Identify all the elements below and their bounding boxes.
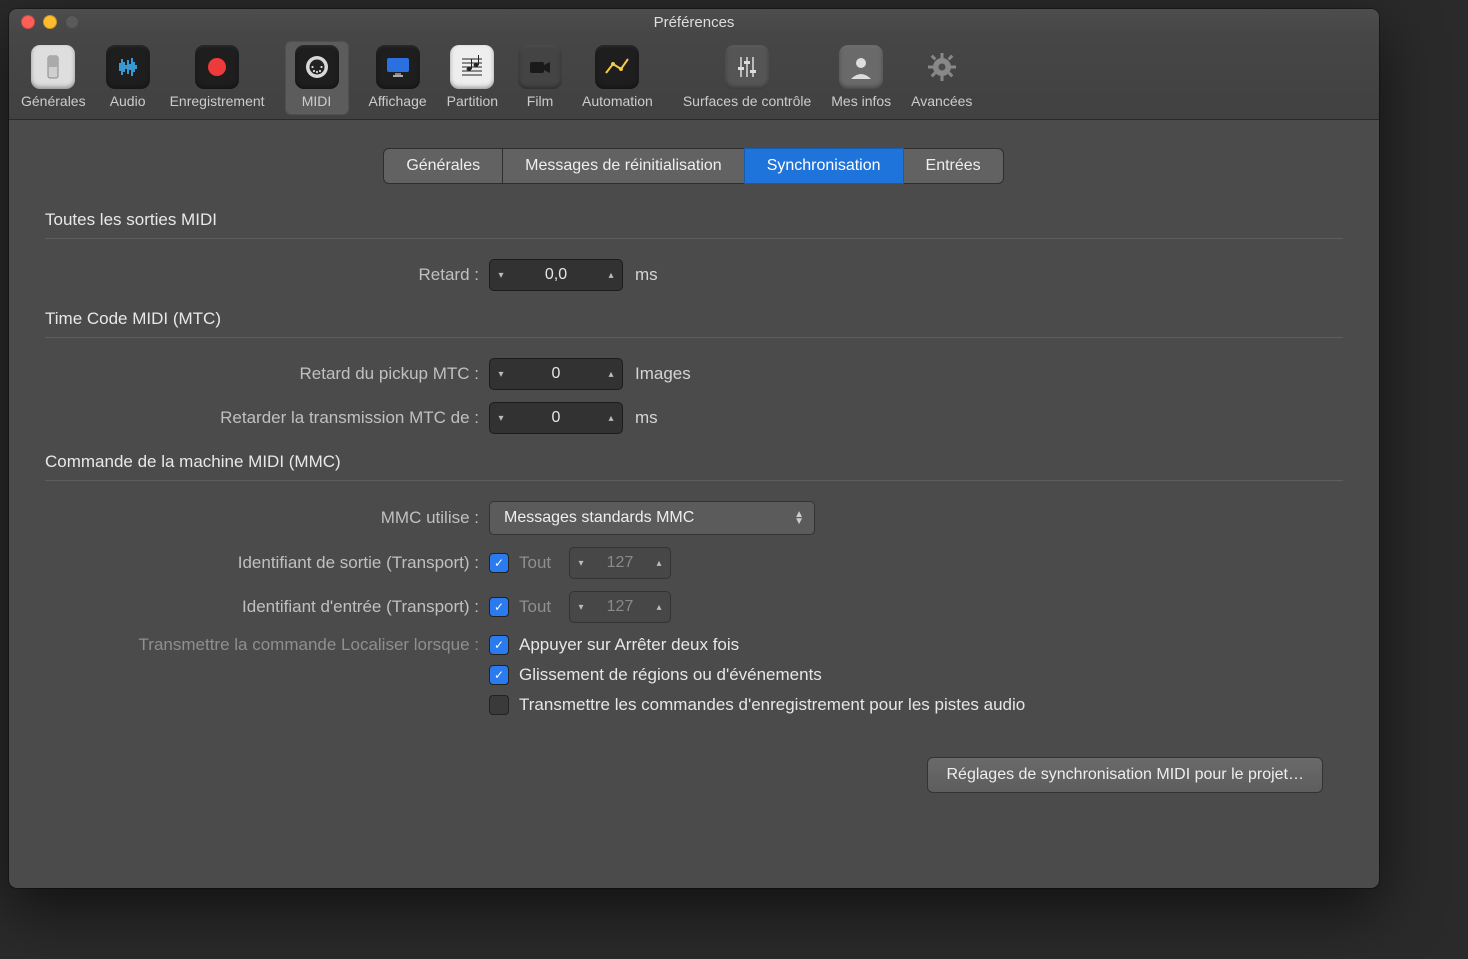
chevron-up-icon[interactable]: ▴ — [600, 403, 622, 433]
toolbar-label: Mes infos — [831, 93, 891, 109]
mmc-out-id-label: Identifiant de sortie (Transport) : — [29, 553, 489, 573]
mmc-in-id-all-label: Tout — [519, 597, 569, 617]
delay-unit: ms — [635, 265, 658, 285]
section-mmc-title: Commande de la machine MIDI (MMC) — [45, 452, 1359, 472]
section-mtc-title: Time Code MIDI (MTC) — [45, 309, 1359, 329]
divider — [45, 238, 1343, 239]
tab-general[interactable]: Générales — [383, 148, 503, 184]
divider — [45, 480, 1343, 481]
mtc-pickup-value[interactable]: 0 — [512, 365, 600, 383]
gear-icon — [920, 45, 964, 89]
preferences-toolbar: Générales Audio Enregistrement MIDI — [9, 35, 1379, 120]
opt-stop-twice-checkbox[interactable]: ✓ — [489, 635, 509, 655]
tab-inputs[interactable]: Entrées — [903, 148, 1004, 184]
pref-general[interactable]: Générales — [11, 41, 96, 115]
toolbar-label: Générales — [21, 93, 86, 109]
mmc-out-id-value: 127 — [592, 554, 648, 572]
opt-drag-label: Glissement de régions ou d'événements — [519, 665, 822, 685]
project-sync-settings-button[interactable]: Réglages de synchronisation MIDI pour le… — [927, 757, 1323, 793]
pref-score[interactable]: Partition — [437, 41, 508, 115]
pref-display[interactable]: Affichage — [359, 41, 437, 115]
pref-recording[interactable]: Enregistrement — [160, 41, 275, 115]
chevron-up-icon: ▴ — [648, 548, 670, 578]
toolbar-label: Enregistrement — [170, 93, 265, 109]
mmc-in-id-stepper: ▾ 127 ▴ — [569, 591, 671, 623]
mtc-pickup-stepper[interactable]: ▾ 0 ▴ — [489, 358, 623, 390]
waveform-icon — [106, 45, 150, 89]
toolbar-label: Surfaces de contrôle — [683, 93, 811, 109]
mtc-trans-stepper[interactable]: ▾ 0 ▴ — [489, 402, 623, 434]
automation-icon — [595, 45, 639, 89]
preferences-window: Préférences Générales Audio Enregistreme… — [9, 9, 1379, 888]
delay-value[interactable]: 0,0 — [512, 266, 600, 284]
camera-icon — [518, 45, 562, 89]
divider — [45, 337, 1343, 338]
mtc-trans-unit: ms — [635, 408, 658, 428]
mmc-in-id-label: Identifiant d'entrée (Transport) : — [29, 597, 489, 617]
pref-audio[interactable]: Audio — [96, 41, 160, 115]
toolbar-label: Avancées — [911, 93, 972, 109]
pref-advanced[interactable]: Avancées — [901, 41, 982, 115]
window-title: Préférences — [9, 14, 1379, 31]
chevron-down-icon[interactable]: ▾ — [490, 403, 512, 433]
chevron-up-icon[interactable]: ▴ — [600, 359, 622, 389]
mtc-pickup-unit: Images — [635, 364, 691, 384]
mtc-trans-value[interactable]: 0 — [512, 409, 600, 427]
chevron-up-icon[interactable]: ▴ — [600, 260, 622, 290]
mmc-out-id-all-label: Tout — [519, 553, 569, 573]
chevron-down-icon[interactable]: ▾ — [490, 260, 512, 290]
toolbar-label: Partition — [447, 93, 498, 109]
display-icon — [376, 45, 420, 89]
midi-din-icon — [295, 45, 339, 89]
transmit-options: ✓ Appuyer sur Arrêter deux fois ✓ Glisse… — [489, 635, 1025, 715]
updown-icon: ▲▼ — [794, 511, 804, 525]
toolbar-label: Affichage — [369, 93, 427, 109]
pref-midi[interactable]: MIDI — [285, 41, 349, 115]
delay-label: Retard : — [29, 265, 489, 285]
toolbar-label: Audio — [110, 93, 146, 109]
faders-icon — [725, 45, 769, 89]
chevron-down-icon: ▾ — [570, 548, 592, 578]
titlebar: Préférences — [9, 9, 1379, 35]
mmc-out-id-all-checkbox[interactable]: ✓ — [489, 553, 509, 573]
mmc-uses-label: MMC utilise : — [29, 508, 489, 528]
pref-my-info[interactable]: Mes infos — [821, 41, 901, 115]
mmc-uses-select[interactable]: Messages standards MMC ▲▼ — [489, 501, 815, 535]
tab-reset-messages[interactable]: Messages de réinitialisation — [502, 148, 745, 184]
person-icon — [839, 45, 883, 89]
opt-record-audio-checkbox[interactable] — [489, 695, 509, 715]
mmc-transmit-label: Transmettre la commande Localiser lorsqu… — [29, 635, 489, 655]
switch-icon — [31, 45, 75, 89]
section-all-outputs-title: Toutes les sorties MIDI — [45, 210, 1359, 230]
mtc-pickup-label: Retard du pickup MTC : — [29, 364, 489, 384]
mmc-out-id-stepper: ▾ 127 ▴ — [569, 547, 671, 579]
chevron-down-icon: ▾ — [570, 592, 592, 622]
mmc-in-id-all-checkbox[interactable]: ✓ — [489, 597, 509, 617]
opt-stop-twice-label: Appuyer sur Arrêter deux fois — [519, 635, 739, 655]
record-icon — [195, 45, 239, 89]
mtc-trans-label: Retarder la transmission MTC de : — [29, 408, 489, 428]
opt-record-audio-label: Transmettre les commandes d'enregistreme… — [519, 695, 1025, 715]
content-area: Générales Messages de réinitialisation S… — [9, 120, 1379, 813]
pref-movie[interactable]: Film — [508, 41, 572, 115]
score-icon — [450, 45, 494, 89]
chevron-up-icon: ▴ — [648, 592, 670, 622]
pref-control-surfaces[interactable]: Surfaces de contrôle — [673, 41, 821, 115]
tab-sync[interactable]: Synchronisation — [744, 148, 904, 184]
midi-subtabs: Générales Messages de réinitialisation S… — [29, 148, 1359, 184]
opt-drag-checkbox[interactable]: ✓ — [489, 665, 509, 685]
toolbar-label: MIDI — [302, 93, 332, 109]
toolbar-label: Automation — [582, 93, 653, 109]
mmc-in-id-value: 127 — [592, 598, 648, 616]
mmc-uses-value: Messages standards MMC — [504, 509, 694, 527]
delay-stepper[interactable]: ▾ 0,0 ▴ — [489, 259, 623, 291]
toolbar-label: Film — [527, 93, 553, 109]
pref-automation[interactable]: Automation — [572, 41, 663, 115]
chevron-down-icon[interactable]: ▾ — [490, 359, 512, 389]
